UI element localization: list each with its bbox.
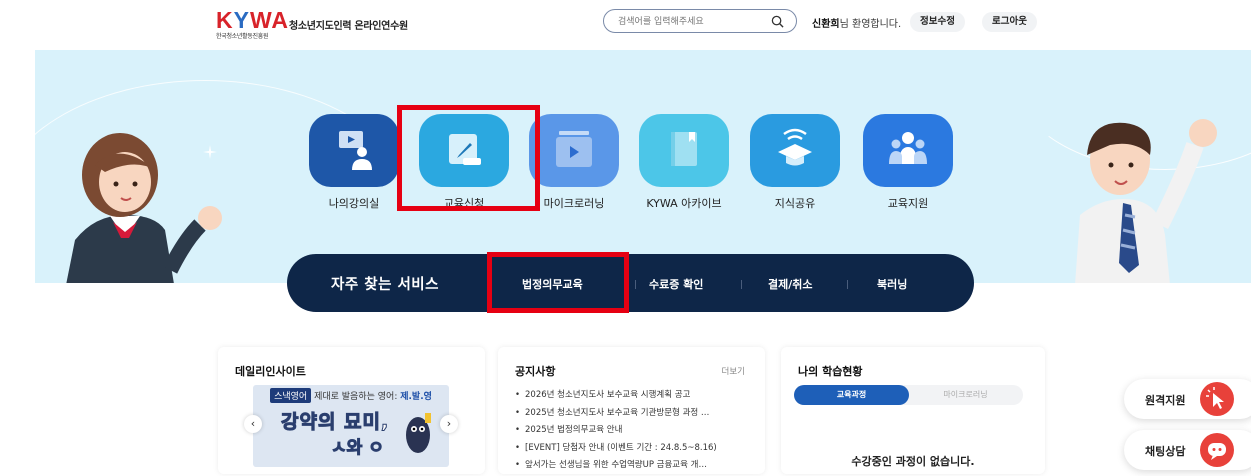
site-name: 청소년지도인력 온라인연수원 (289, 21, 408, 32)
notice-item[interactable]: 2025년 법정의무교육 안내 (515, 423, 717, 441)
daily-insight-card: 데일리인사이트 스낵영어 제대로 발음하는 영어: 제.발.영 강약의 묘미, … (218, 347, 485, 474)
menu-tile (639, 114, 729, 187)
search-box (603, 9, 797, 33)
people-icon (889, 132, 927, 164)
banner-caption: 스낵영어 제대로 발음하는 영어: 제.발.영 (253, 388, 449, 403)
divider (635, 280, 636, 289)
search-input[interactable] (618, 14, 768, 29)
quick-link-payment-cancel[interactable]: 결제/취소 (768, 276, 813, 292)
banner-tag: 스낵영어 (270, 388, 312, 403)
banner-headline: 강약의 묘미, (280, 411, 390, 434)
menu-education-support[interactable]: 교육지원 (863, 114, 953, 211)
divider (741, 280, 742, 289)
notice-item[interactable]: [EVENT] 당첨자 안내 (이벤트 기간 : 24.8.5~8.16) (515, 441, 717, 459)
menu-label: 나의강의실 (328, 197, 380, 210)
banner-emphasis: 제.발.영 (400, 392, 432, 402)
sparkle-icon (203, 145, 217, 159)
girl-character-illustration (66, 133, 222, 283)
book-icon (671, 132, 697, 166)
quick-link-book-learning[interactable]: 북러닝 (877, 276, 907, 292)
menu-label: 교육지원 (887, 197, 929, 210)
logout-button[interactable]: 로그아웃 (982, 12, 1037, 32)
banner-headline-2: ㅅ와 ㅇ (331, 438, 385, 459)
highlight-box-course-apply (397, 105, 540, 211)
daily-insight-banner[interactable]: 스낵영어 제대로 발음하는 영어: 제.발.영 강약의 묘미, ㅅ와 ㅇ (253, 385, 449, 467)
quick-service-bar: 자주 찾는 서비스 법정의무교육 수료증 확인 결제/취소 북러닝 (287, 254, 974, 312)
menu-tile (750, 114, 840, 187)
empty-course-message: 수강중인 과정이 없습니다. (851, 455, 975, 468)
menu-tile (309, 114, 399, 187)
menu-label: 마이크로러닝 (543, 197, 605, 210)
welcome-suffix: 님 환영합니다. (839, 19, 902, 30)
chat-consult-button[interactable]: 채팅상담 (1124, 430, 1251, 470)
remote-support-label: 원격지원 (1145, 394, 1186, 407)
cursor-click-icon (1206, 387, 1224, 409)
menu-tile (529, 114, 619, 187)
remote-support-button[interactable]: 원격지원 (1124, 379, 1251, 419)
next-arrow-icon[interactable]: › (440, 415, 458, 433)
remote-support-circle (1200, 382, 1234, 416)
notice-title: 공지사항 (515, 365, 556, 378)
notice-more-link[interactable]: 더보기 (722, 365, 745, 377)
menu-my-classroom[interactable]: 나의강의실 (309, 114, 399, 211)
edit-info-button[interactable]: 정보수정 (910, 12, 965, 32)
menu-knowledge-share[interactable]: 지식공유 (750, 114, 840, 211)
tab-course[interactable]: 교육과정 (794, 385, 909, 405)
divider (847, 280, 848, 289)
daily-insight-title: 데일리인사이트 (235, 365, 306, 378)
prev-arrow-icon[interactable]: ‹ (244, 415, 262, 433)
learning-tabs: 교육과정 마이크로러닝 (794, 385, 1023, 405)
my-learning-card: 나의 학습현황 교육과정 마이크로러닝 수강중인 과정이 없습니다. (781, 347, 1045, 474)
chat-consult-label: 채팅상담 (1145, 445, 1186, 458)
mascot-illustration (406, 413, 431, 453)
lecture-monitor-icon (339, 131, 372, 170)
notice-item[interactable]: 앞서가는 선생님을 위한 수업역량UP 금융교육 개… (515, 458, 717, 476)
menu-kywa-archive[interactable]: KYWA 아카이브 (639, 114, 729, 211)
notice-list: 2026년 청소년지도사 보수교육 시행계획 공고 2025년 청소년지도사 보… (515, 388, 717, 476)
tab-micro-learning[interactable]: 마이크로러닝 (908, 385, 1023, 405)
banner-line: 제대로 발음하는 영어: (314, 392, 398, 402)
notice-item[interactable]: 2026년 청소년지도사 보수교육 시행계획 공고 (515, 388, 717, 406)
welcome-message: 신환희님 환영합니다. (812, 15, 901, 30)
top-header: KYWA 한국청소년활동진흥원 청소년지도인력 온라인연수원 신환희님 환영합니… (0, 0, 1251, 50)
menu-label: 지식공유 (774, 197, 816, 210)
menu-tile (863, 114, 953, 187)
logo-mark: KYWA (216, 7, 290, 33)
menu-micro-learning[interactable]: 마이크로러닝 (529, 114, 619, 211)
chat-bubble-icon (1208, 443, 1226, 460)
chat-consult-circle (1200, 433, 1234, 467)
notice-item[interactable]: 2025년 청소년지도사 보수교육 기관방문형 과정 … (515, 406, 717, 424)
user-name: 신환희 (812, 19, 840, 30)
graduation-cap-icon (778, 128, 812, 166)
menu-label: KYWA 아카이브 (646, 197, 722, 210)
video-folder-icon (556, 131, 592, 167)
quick-service-title: 자주 찾는 서비스 (331, 277, 439, 293)
search-icon[interactable] (771, 15, 784, 28)
kywa-logo[interactable]: KYWA 한국청소년활동진흥원 (216, 7, 290, 41)
my-learning-title: 나의 학습현황 (798, 365, 863, 378)
notice-card: 공지사항 더보기 2026년 청소년지도사 보수교육 시행계획 공고 2025년… (498, 347, 765, 474)
quick-link-certificate[interactable]: 수료증 확인 (649, 276, 703, 292)
boy-character-illustration (1075, 119, 1217, 283)
highlight-box-mandatory-education (487, 252, 629, 313)
